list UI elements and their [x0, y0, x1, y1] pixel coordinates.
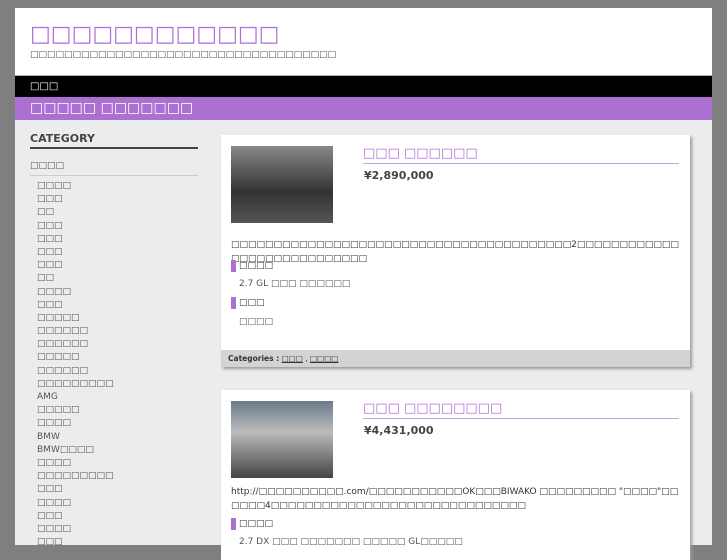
category-link[interactable]: □□□	[282, 354, 303, 363]
post-price: ¥4,431,000	[364, 424, 434, 437]
category-item[interactable]: □□□	[37, 193, 198, 206]
post-card: □□□ □□□□□□ ¥2,890,000 □□□□□□□□□□□□□□□□□□…	[221, 135, 690, 367]
header: □□□□□□□□□□□□ □□□□□□□□□□□□□□□□□□□□□□□□□□□…	[15, 8, 712, 76]
category-item[interactable]: □□□	[37, 246, 198, 259]
category-subheading: □□□□	[30, 161, 198, 176]
post-section-heading: □□□□	[231, 518, 680, 530]
post-title[interactable]: □□□ □□□□□□□□	[363, 401, 679, 419]
post-footer: Categories : □□□ , □□□□	[221, 350, 690, 367]
post-section-heading: □□□	[231, 297, 680, 309]
post-price: ¥2,890,000	[364, 169, 434, 182]
category-item[interactable]: □□□□	[37, 417, 198, 430]
categories-label: Categories :	[228, 354, 280, 363]
category-item[interactable]: BMW	[37, 431, 198, 444]
post-section-heading: □□□□	[231, 260, 680, 272]
post-title[interactable]: □□□ □□□□□□	[363, 146, 679, 164]
category-item[interactable]: □□□□□□	[37, 338, 198, 351]
category-item[interactable]: □□□	[37, 299, 198, 312]
category-item[interactable]: □□□□□□	[37, 365, 198, 378]
post-section-value: 2.7 GL □□□ □□□□□□	[239, 279, 351, 289]
page: □□□□□□□□□□□□ □□□□□□□□□□□□□□□□□□□□□□□□□□□…	[15, 8, 712, 560]
category-link[interactable]: □□□□	[310, 354, 338, 363]
category-item[interactable]: □□□	[37, 259, 198, 272]
nav-bar: □□□	[15, 76, 712, 97]
post-thumbnail[interactable]	[231, 401, 333, 478]
post-description: http://□□□□□□□□□□.com/□□□□□□□□□□□OK□□□BI…	[231, 487, 679, 511]
category-item[interactable]: □□□□□□□□□	[37, 378, 198, 391]
category-list: □□□□ □□□ □□ □□□ □□□ □□□ □□□ □□ □□□□ □□□ □□□□□ □□□□□…	[30, 180, 198, 549]
post-section-value: 2.7 DX □□□ □□□□□□□ □□□□□ GL□□□□□	[239, 537, 463, 547]
site-title[interactable]: □□□□□□□□□□□□	[30, 22, 697, 48]
category-item[interactable]: □□□□	[37, 497, 198, 510]
category-item[interactable]: AMG	[37, 391, 198, 404]
category-item[interactable]: □□	[37, 206, 198, 219]
sidebar: CATEGORY □□□□ □□□□ □□□ □□ □□□ □□□ □□□ □□□ □□ □□□…	[30, 132, 198, 549]
category-item[interactable]: □□□□□	[37, 404, 198, 417]
category-item[interactable]: □□	[37, 272, 198, 285]
category-item[interactable]: □□□□□	[37, 312, 198, 325]
category-item[interactable]: □□□	[37, 536, 198, 549]
category-item[interactable]: □□□□□□	[37, 325, 198, 338]
category-item[interactable]: □□□	[37, 483, 198, 496]
tagline: □□□□□□□□□□□□□□□□□□□□□□□□□□□□□□□□□□□□	[30, 50, 337, 60]
section-band: □□□□□ □□□□□□□	[15, 97, 712, 120]
nav-home-link[interactable]: □□□	[30, 81, 58, 92]
category-item[interactable]: □□□□	[37, 523, 198, 536]
category-item[interactable]: □□□□□	[37, 351, 198, 364]
post-section-value: □□□□	[239, 317, 274, 327]
category-item[interactable]: □□□□	[37, 180, 198, 193]
category-heading: CATEGORY	[30, 132, 198, 149]
category-item[interactable]: □□□	[37, 233, 198, 246]
post-thumbnail[interactable]	[231, 146, 333, 223]
category-item[interactable]: □□□	[37, 510, 198, 523]
post-card: □□□ □□□□□□□□ ¥4,431,000 http://□□□□□□□□□…	[221, 390, 690, 560]
category-item[interactable]: □□□□	[37, 286, 198, 299]
category-item[interactable]: □□□□□□□□□	[37, 470, 198, 483]
category-item[interactable]: □□□	[37, 220, 198, 233]
category-item[interactable]: BMW□□□□	[37, 444, 198, 457]
category-item[interactable]: □□□□	[37, 457, 198, 470]
